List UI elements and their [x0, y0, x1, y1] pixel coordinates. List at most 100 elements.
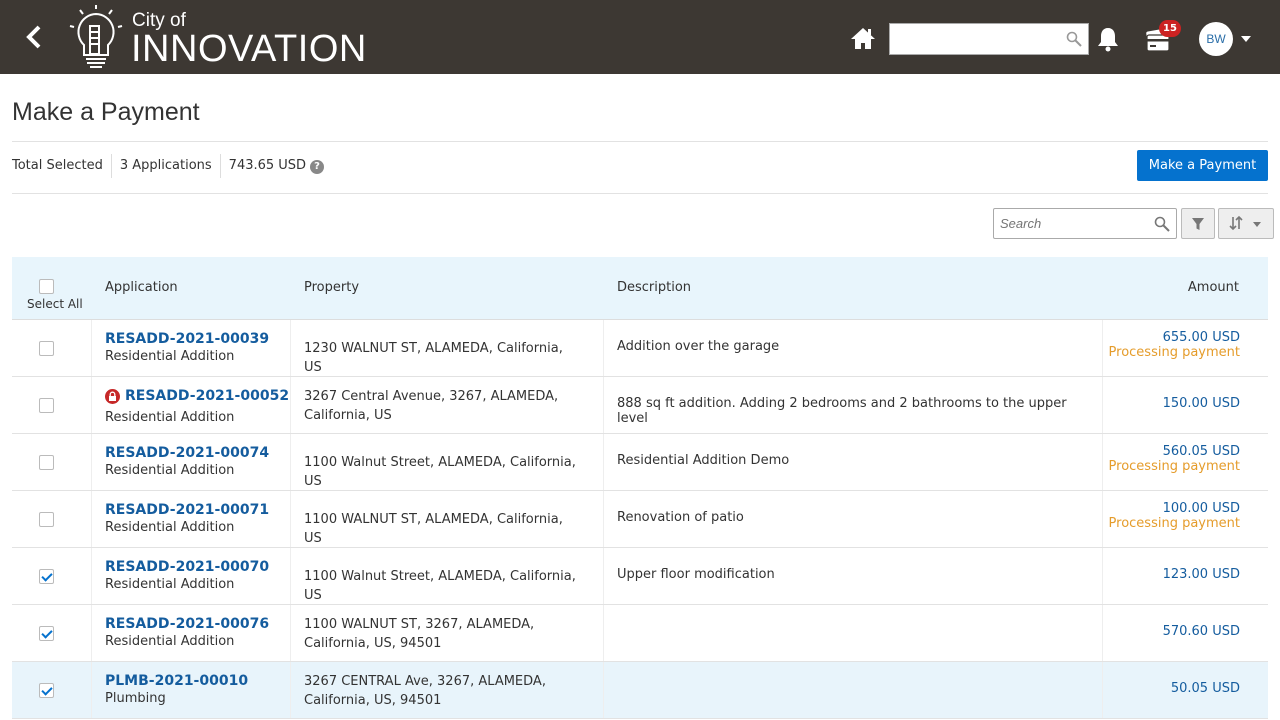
column-divider [290, 434, 291, 490]
table-row[interactable]: PLMB-2021-00010 Plumbing 3267 CENTRAL Av… [12, 662, 1268, 719]
application-cell: RESADD-2021-00074 Residential Addition [105, 445, 269, 478]
top-bar: City of INNOVATION 15 BW [0, 0, 1280, 74]
column-header-application[interactable]: Application [105, 280, 178, 295]
application-link[interactable]: RESADD-2021-00052 [105, 388, 289, 404]
sort-button[interactable] [1218, 208, 1274, 239]
amount-value: 150.00 USD [1162, 396, 1240, 411]
property-address: 1100 Walnut Street, ALAMEDA, California,… [304, 455, 576, 489]
help-icon[interactable]: ? [310, 160, 325, 174]
application-id: PLMB-2021-00010 [105, 673, 249, 689]
application-type: Residential Addition [105, 409, 235, 425]
table-row[interactable]: RESADD-2021-00074 Residential Addition 1… [12, 434, 1268, 491]
sort-icon [1229, 215, 1261, 231]
page-title: Make a Payment [12, 98, 200, 126]
property-address: 1100 WALNUT ST, 3267, ALAMEDA, Californi… [304, 617, 535, 651]
column-divider [603, 662, 604, 718]
amount-cell: 560.05 USD Processing payment [1080, 444, 1240, 474]
column-divider [91, 491, 92, 547]
payment-status: Processing payment [1108, 345, 1240, 360]
description: Residential Addition Demo [617, 453, 790, 468]
column-divider [290, 491, 291, 547]
application-cell: RESADD-2021-00070 Residential Addition [105, 559, 269, 592]
description: Renovation of patio [617, 510, 744, 525]
column-header-amount[interactable]: Amount [1188, 280, 1239, 295]
row-checkbox[interactable] [39, 683, 54, 698]
summary-count: 3 Applications [110, 154, 220, 178]
column-divider [603, 434, 604, 490]
amount-cell: 570.60 USD [1080, 624, 1240, 639]
amount-cell: 50.05 USD [1080, 681, 1240, 696]
amount-value: 50.05 USD [1170, 681, 1240, 696]
table-search-input[interactable] [994, 209, 1144, 238]
application-id: RESADD-2021-00070 [105, 559, 270, 575]
filter-button[interactable] [1181, 208, 1215, 239]
column-header-description[interactable]: Description [617, 280, 691, 295]
column-divider [290, 662, 291, 718]
table-row[interactable]: RESADD-2021-00070 Residential Addition 1… [12, 548, 1268, 605]
application-link[interactable]: RESADD-2021-00070 [105, 559, 269, 575]
application-type: Residential Addition [105, 520, 235, 535]
application-cell: PLMB-2021-00010 Plumbing [105, 673, 248, 706]
make-payment-button[interactable]: Make a Payment [1137, 150, 1268, 181]
application-id: RESADD-2021-00076 [105, 616, 270, 632]
payment-status: Processing payment [1108, 459, 1240, 474]
property-address: 1230 WALNUT ST, ALAMEDA, California, US [304, 341, 563, 375]
property-address: 3267 CENTRAL Ave, 3267, ALAMEDA, Califor… [304, 674, 546, 708]
application-link[interactable]: PLMB-2021-00010 [105, 673, 248, 689]
filter-icon [1192, 218, 1204, 230]
notifications-bell-icon[interactable] [1097, 26, 1119, 52]
application-type: Residential Addition [105, 463, 235, 478]
payment-status: Processing payment [1108, 516, 1240, 531]
amount-value: 123.00 USD [1162, 567, 1240, 582]
amount-cell: 655.00 USD Processing payment [1080, 330, 1240, 360]
column-divider [91, 662, 92, 718]
column-header-property[interactable]: Property [304, 280, 359, 295]
column-divider [603, 605, 604, 661]
search-icon[interactable] [1154, 216, 1170, 232]
row-checkbox[interactable] [39, 569, 54, 584]
back-icon[interactable] [22, 22, 46, 52]
table-row[interactable]: RESADD-2021-00076 Residential Addition 1… [12, 605, 1268, 662]
column-divider [603, 491, 604, 547]
user-menu-chevron-down-icon[interactable] [1241, 36, 1251, 42]
application-cell: RESADD-2021-00039 Residential Addition [105, 331, 269, 364]
home-icon[interactable] [850, 26, 876, 50]
row-checkbox[interactable] [39, 341, 54, 356]
column-divider [91, 320, 92, 376]
amount-value: 570.60 USD [1162, 624, 1240, 639]
table-row[interactable]: RESADD-2021-00052 Residential Addition 3… [12, 377, 1268, 434]
application-link[interactable]: RESADD-2021-00074 [105, 445, 269, 461]
property-address: 1100 WALNUT ST, ALAMEDA, California, US [304, 512, 563, 546]
application-link[interactable]: RESADD-2021-00039 [105, 331, 269, 347]
column-divider [603, 320, 604, 376]
amount-value: 655.00 USD [1162, 330, 1240, 345]
application-link[interactable]: RESADD-2021-00076 [105, 616, 269, 632]
column-divider [290, 605, 291, 661]
divider [12, 141, 1268, 142]
table-search[interactable] [993, 208, 1177, 239]
search-icon[interactable] [1066, 31, 1082, 47]
global-search[interactable] [889, 23, 1089, 55]
select-all-label: Select All [27, 297, 83, 311]
application-id: RESADD-2021-00074 [105, 445, 270, 461]
description: Upper floor modification [617, 567, 775, 582]
brand-title: INNOVATION [131, 28, 367, 70]
row-checkbox[interactable] [39, 626, 54, 641]
application-cell: RESADD-2021-00052 Residential Addition [105, 388, 289, 425]
table-row[interactable]: RESADD-2021-00071 Residential Addition 1… [12, 491, 1268, 548]
column-divider [290, 548, 291, 604]
row-checkbox[interactable] [39, 512, 54, 527]
column-divider [91, 605, 92, 661]
column-divider [603, 548, 604, 604]
table-header: Select All Application Property Descript… [12, 257, 1268, 320]
select-all-checkbox[interactable] [39, 279, 54, 294]
table-body: RESADD-2021-00039 Residential Addition 1… [12, 320, 1268, 719]
application-link[interactable]: RESADD-2021-00071 [105, 502, 269, 518]
row-checkbox[interactable] [39, 398, 54, 413]
user-avatar[interactable]: BW [1199, 22, 1233, 56]
table-row[interactable]: RESADD-2021-00039 Residential Addition 1… [12, 320, 1268, 377]
summary-label: Total Selected [12, 158, 103, 173]
application-id: RESADD-2021-00039 [105, 331, 270, 347]
global-search-input[interactable] [890, 24, 1060, 54]
row-checkbox[interactable] [39, 455, 54, 470]
